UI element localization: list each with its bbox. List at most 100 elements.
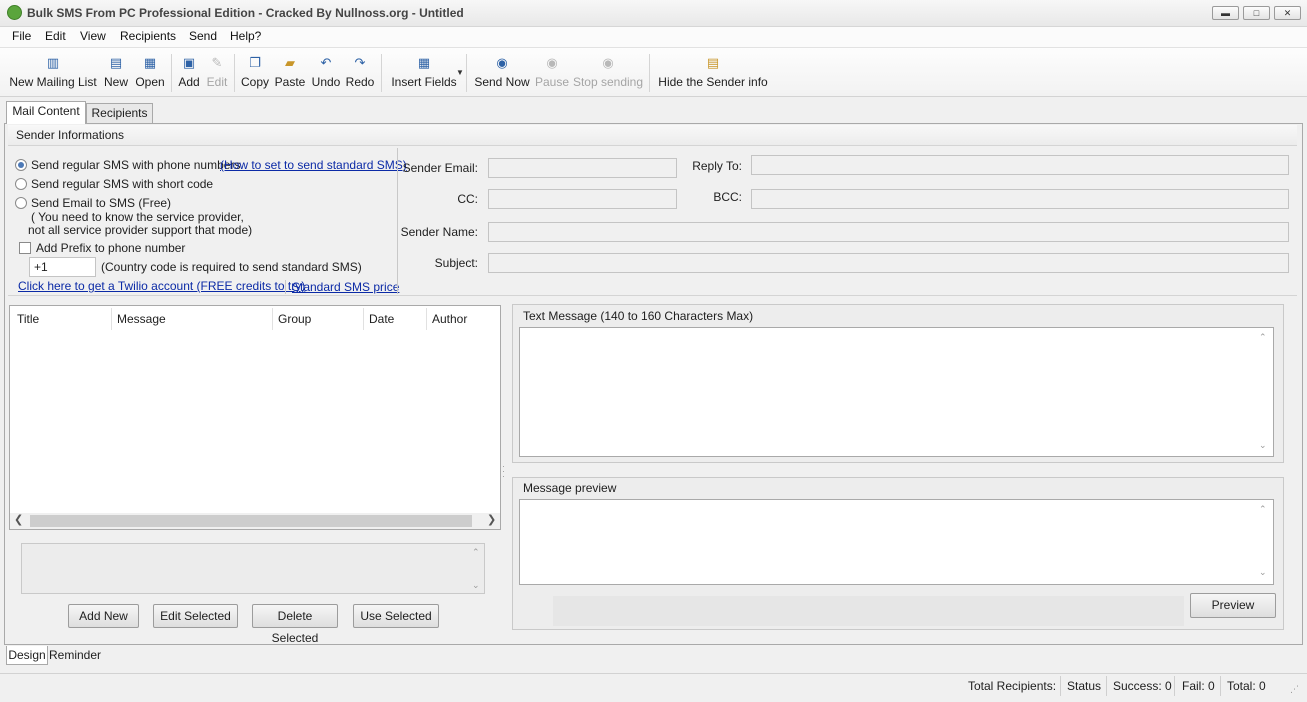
redo-button[interactable]: ↷ Redo — [345, 52, 375, 94]
column-divider — [272, 308, 273, 330]
add-button[interactable]: ▣ Add — [176, 52, 202, 94]
radio-short-code[interactable] — [15, 178, 27, 190]
reply-to-field[interactable] — [751, 155, 1289, 175]
tab-reminder[interactable]: Reminder — [49, 646, 101, 665]
tab-design[interactable]: Design — [6, 646, 48, 665]
menu-view[interactable]: View — [80, 29, 106, 43]
text-message-title: Text Message (140 to 160 Characters Max) — [523, 309, 754, 323]
radio-phone-label: Send regular SMS with phone numbers — [31, 158, 241, 172]
sender-group-title: Sender Informations — [8, 125, 1297, 146]
sender-bottom-divider — [8, 295, 1297, 296]
how-to-standard-sms-link[interactable]: (How to set to send standard SMS) — [220, 158, 407, 172]
paste-icon: ▰ — [285, 55, 295, 70]
cc-label: CC: — [457, 192, 478, 206]
redo-icon: ↷ — [354, 55, 366, 70]
column-header-title[interactable]: Title — [17, 312, 39, 326]
close-button[interactable]: ✕ — [1274, 6, 1301, 20]
new-button[interactable]: ▤ New — [102, 52, 130, 94]
subject-label: Subject: — [434, 256, 478, 270]
radio-email-to-sms[interactable] — [15, 197, 27, 209]
book-icon: ▥ — [46, 55, 60, 70]
status-divider — [1060, 676, 1061, 696]
app-icon — [7, 5, 22, 20]
menu-file[interactable]: File — [12, 29, 31, 43]
status-label: Status — [1067, 679, 1102, 693]
sender-name-field[interactable] — [488, 222, 1289, 242]
window-title: Bulk SMS From PC Professional Edition - … — [27, 6, 464, 20]
message-list[interactable] — [9, 305, 501, 530]
total-recipients-label: Total Recipients: — [968, 679, 1057, 693]
send-now-button[interactable]: ◉ Send Now — [472, 52, 532, 94]
scroll-down-icon[interactable]: ⌄ — [472, 580, 480, 591]
resize-grip-icon[interactable]: ⋰ — [1290, 684, 1299, 695]
toolbar-separator — [649, 54, 650, 92]
scroll-up-icon[interactable]: ⌃ — [1259, 332, 1267, 343]
chevron-down-icon[interactable]: ▼ — [456, 68, 464, 77]
new-document-icon: ▤ — [109, 55, 123, 70]
splitter-grip[interactable]: · · · — [502, 462, 505, 481]
copy-button[interactable]: ❐ Copy — [240, 52, 270, 94]
email-note-line1: ( You need to know the service provider, — [31, 210, 244, 224]
column-header-date[interactable]: Date — [369, 312, 394, 326]
scroll-down-icon[interactable]: ⌄ — [1259, 440, 1267, 451]
stop-sending-button[interactable]: ◉ Stop sending — [572, 52, 644, 94]
toolbar-separator — [381, 54, 382, 92]
status-bar — [0, 673, 1307, 702]
menu-recipients[interactable]: Recipients — [120, 29, 176, 43]
fail-count: Fail: 0 — [1182, 679, 1215, 693]
stop-icon: ◉ — [602, 55, 614, 70]
scrollbar-thumb[interactable] — [30, 515, 472, 527]
prefix-input[interactable]: +1 — [29, 257, 96, 277]
message-detail-box[interactable] — [21, 543, 485, 594]
scroll-up-icon[interactable]: ⌃ — [1259, 504, 1267, 515]
copy-icon: ❐ — [249, 55, 261, 70]
maximize-button[interactable]: □ — [1243, 6, 1270, 20]
hide-sender-info-button[interactable]: ▤ Hide the Sender info — [655, 52, 771, 94]
menu-send[interactable]: Send — [189, 29, 217, 43]
standard-sms-price-link[interactable]: Standard SMS price — [292, 280, 399, 294]
radio-phone-numbers[interactable] — [15, 159, 27, 171]
bcc-label: BCC: — [713, 190, 742, 204]
menu-edit[interactable]: Edit — [45, 29, 66, 43]
edit-button[interactable]: ✎ Edit — [205, 52, 229, 94]
insert-fields-button[interactable]: ▦ Insert Fields — [390, 52, 458, 94]
add-new-button[interactable]: Add New — [68, 604, 139, 628]
preview-button[interactable]: Preview — [1190, 593, 1276, 618]
text-message-input[interactable] — [519, 327, 1274, 457]
tab-mail-content[interactable]: Mail Content — [6, 101, 86, 124]
delete-selected-button[interactable]: Delete Selected — [252, 604, 338, 645]
minimize-button[interactable]: ▬ — [1212, 6, 1239, 20]
open-button[interactable]: ▦ Open — [134, 52, 166, 94]
menu-help[interactable]: Help? — [230, 29, 261, 43]
link-separator — [285, 280, 286, 294]
tab-recipients[interactable]: Recipients — [86, 103, 153, 124]
sender-email-field[interactable] — [488, 158, 677, 178]
scroll-left-icon[interactable]: ❮ — [14, 513, 23, 526]
scroll-down-icon[interactable]: ⌄ — [1259, 567, 1267, 578]
column-divider — [426, 308, 427, 330]
paste-button[interactable]: ▰ Paste — [274, 52, 306, 94]
bcc-field[interactable] — [751, 189, 1289, 209]
cc-field[interactable] — [488, 189, 677, 209]
status-divider — [1174, 676, 1175, 696]
twilio-account-link[interactable]: Click here to get a Twilio account (FREE… — [18, 279, 305, 293]
add-prefix-checkbox[interactable] — [19, 242, 31, 254]
preview-footer — [553, 596, 1184, 626]
scroll-up-icon[interactable]: ⌃ — [472, 547, 480, 558]
pause-button[interactable]: ◉ Pause — [534, 52, 570, 94]
scroll-right-icon[interactable]: ❯ — [487, 513, 496, 526]
column-header-author[interactable]: Author — [432, 312, 467, 326]
sender-name-label: Sender Name: — [400, 225, 478, 239]
pause-icon: ◉ — [546, 55, 558, 70]
toolbar-separator — [234, 54, 235, 92]
new-mailing-list-button[interactable]: ▥ New Mailing List — [8, 52, 98, 94]
column-divider — [111, 308, 112, 330]
status-divider — [1220, 676, 1221, 696]
edit-selected-button[interactable]: Edit Selected — [153, 604, 238, 628]
column-header-message[interactable]: Message — [117, 312, 166, 326]
use-selected-button[interactable]: Use Selected — [353, 604, 439, 628]
undo-button[interactable]: ↶ Undo — [310, 52, 342, 94]
radio-email-label: Send Email to SMS (Free) — [31, 196, 172, 210]
subject-field[interactable] — [488, 253, 1289, 273]
column-header-group[interactable]: Group — [278, 312, 311, 326]
